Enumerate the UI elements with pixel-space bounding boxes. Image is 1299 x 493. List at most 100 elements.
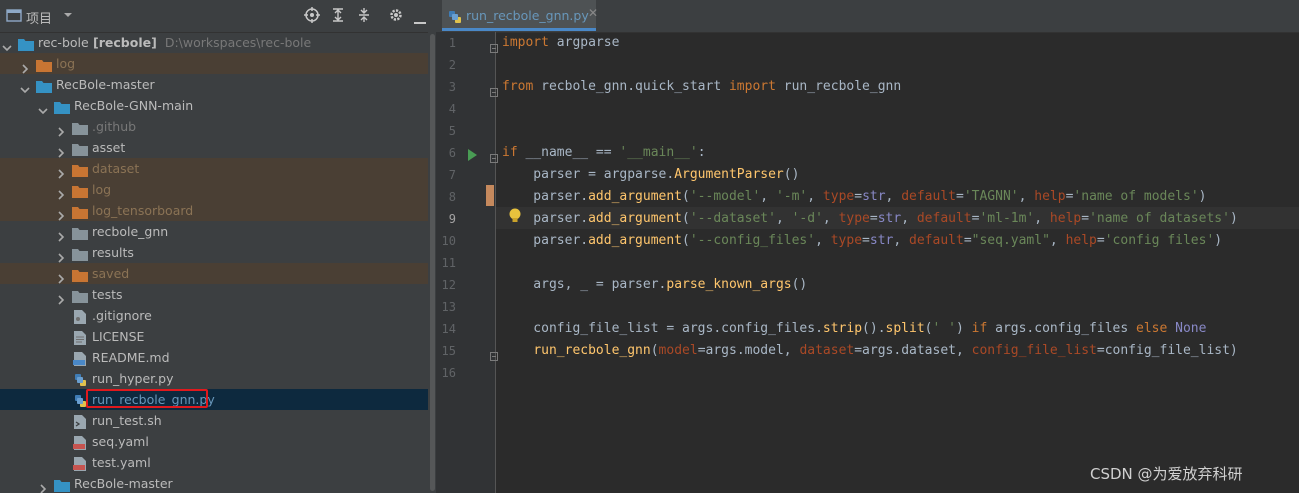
chevron-right-icon[interactable] bbox=[56, 185, 65, 200]
code-line: config_file_list = args.config_files.str… bbox=[502, 321, 1206, 336]
tree-item-text: log bbox=[56, 56, 76, 71]
code-token-kw: else bbox=[1136, 321, 1168, 336]
line-number: 10 bbox=[441, 234, 456, 248]
chevron-right-icon[interactable] bbox=[56, 143, 65, 158]
fold-marker-icon[interactable] bbox=[490, 148, 498, 163]
folder-icon bbox=[72, 162, 88, 177]
code-token-fn: parse_known_args bbox=[666, 277, 792, 292]
tree-item-github[interactable]: .github bbox=[0, 116, 436, 137]
expand-all-icon[interactable] bbox=[330, 7, 348, 25]
chevron-right-icon[interactable] bbox=[56, 122, 65, 137]
fold-marker-icon[interactable] bbox=[490, 82, 498, 97]
project-view-icon[interactable] bbox=[6, 7, 24, 25]
tree-item-tests[interactable]: tests bbox=[0, 284, 436, 305]
tree-item-seq-yaml[interactable]: seq.yaml bbox=[0, 431, 436, 452]
chevron-down-icon[interactable] bbox=[62, 9, 80, 27]
tree-item-run-test-sh[interactable]: run_test.sh bbox=[0, 410, 436, 431]
tree-item-asset[interactable]: asset bbox=[0, 137, 436, 158]
chevron-down-icon[interactable] bbox=[38, 101, 48, 115]
chevron-right-icon[interactable] bbox=[56, 290, 65, 305]
locate-file-icon[interactable] bbox=[304, 7, 322, 25]
tree-item-label: log_tensorboard bbox=[92, 200, 193, 221]
tree-item-log-tensorboard[interactable]: log_tensorboard bbox=[0, 200, 436, 221]
project-panel-title[interactable]: 项目 bbox=[26, 8, 52, 27]
chevron-right-icon[interactable] bbox=[56, 269, 65, 284]
tree-item-log[interactable]: log bbox=[0, 53, 436, 74]
tree-item-text: rec-bole bbox=[38, 35, 89, 50]
tree-item-recbole-master[interactable]: RecBole-master bbox=[0, 74, 436, 95]
tree-item-gitignore[interactable]: .gitignore bbox=[0, 305, 436, 326]
code-token-fn: add_argument bbox=[588, 211, 683, 226]
code-token-fn: ArgumentParser bbox=[674, 167, 784, 182]
chevron-right-icon[interactable] bbox=[56, 206, 65, 221]
code-token-str: 'TAGNN' bbox=[963, 189, 1019, 204]
code-token-plain: = bbox=[869, 211, 878, 226]
gear-icon[interactable] bbox=[388, 7, 406, 25]
chevron-down-icon[interactable] bbox=[2, 38, 12, 52]
scrollbar-thumb[interactable] bbox=[430, 34, 435, 491]
folder-icon bbox=[72, 204, 88, 219]
chevron-right-icon[interactable] bbox=[20, 59, 29, 74]
code-token-kwarg: config_file_list bbox=[971, 343, 1097, 358]
code-token-plain: run_recbole_gnn bbox=[775, 79, 902, 94]
tree-item-saved[interactable]: saved bbox=[0, 263, 436, 284]
code-line: if __name__ == '__main__': bbox=[502, 145, 706, 160]
chevron-down-icon[interactable] bbox=[20, 80, 30, 94]
tree-item-label: run_test.sh bbox=[92, 410, 162, 431]
code-token-kwarg: help bbox=[1049, 211, 1082, 226]
tree-item-label: README.md bbox=[92, 347, 170, 368]
project-path: D:\workspaces\rec-bole bbox=[164, 35, 312, 50]
watermark: CSDN @为爱放弃科研 bbox=[1090, 465, 1243, 483]
chevron-right-icon[interactable] bbox=[56, 164, 65, 179]
code-token-plain: = bbox=[1081, 211, 1090, 226]
close-icon[interactable]: ✕ bbox=[588, 6, 598, 20]
tree-item-label: recbole_gnn bbox=[92, 221, 168, 242]
tree-item-recbole-master[interactable]: RecBole-master bbox=[0, 473, 436, 493]
code-token-kw: import bbox=[728, 79, 776, 94]
code-token-plain: , bbox=[893, 233, 910, 248]
tree-item-run-recbole-gnn-py[interactable]: run_recbole_gnn.py bbox=[0, 389, 436, 410]
code-token-plain: , bbox=[1034, 211, 1050, 226]
yaml-file-icon bbox=[72, 456, 88, 471]
tree-item-rec-bole[interactable]: rec-bole [recbole] D:\workspaces\rec-bole bbox=[0, 32, 436, 53]
code-token-plain: = bbox=[854, 189, 863, 204]
code-token-plain: , bbox=[815, 233, 831, 248]
tree-item-recbole-gnn-main[interactable]: RecBole-GNN-main bbox=[0, 95, 436, 116]
tree-item-text: run_hyper.py bbox=[92, 371, 174, 386]
line-number: 15 bbox=[441, 344, 456, 358]
tree-item-text: dataset bbox=[92, 161, 140, 176]
tree-item-label: test.yaml bbox=[92, 452, 151, 473]
minimize-icon[interactable] bbox=[414, 13, 432, 31]
py-file-icon bbox=[72, 372, 88, 386]
tree-item-results[interactable]: results bbox=[0, 242, 436, 263]
chevron-right-icon[interactable] bbox=[56, 248, 65, 263]
code-token-plain: , bbox=[775, 211, 792, 226]
tree-item-log[interactable]: log bbox=[0, 179, 436, 200]
code-token-plain: , bbox=[885, 189, 902, 204]
project-panel-header: 项目 bbox=[0, 0, 436, 33]
code-token-plain: =config_file_list) bbox=[1096, 343, 1238, 358]
tree-item-text: test.yaml bbox=[92, 455, 151, 470]
code-token-plain: parser. bbox=[502, 189, 589, 204]
tab-run-recbole-gnn[interactable]: run_recbole_gnn.py ✕ bbox=[442, 0, 598, 31]
code-token-plain: ( bbox=[682, 189, 690, 204]
chevron-right-icon[interactable] bbox=[38, 479, 47, 493]
tree-item-test-yaml[interactable]: test.yaml bbox=[0, 452, 436, 473]
tree-item-run-hyper-py[interactable]: run_hyper.py bbox=[0, 368, 436, 389]
fold-marker-icon[interactable] bbox=[490, 38, 498, 53]
tree-item-license[interactable]: LICENSE bbox=[0, 326, 436, 347]
chevron-right-icon[interactable] bbox=[56, 227, 65, 242]
code-line: run_recbole_gnn(model=args.model, datase… bbox=[502, 343, 1238, 358]
modified-line-marker[interactable] bbox=[486, 185, 494, 206]
tree-item-text: results bbox=[92, 245, 134, 260]
tree-item-text: RecBole-master bbox=[74, 476, 173, 491]
tree-item-recbole-gnn[interactable]: recbole_gnn bbox=[0, 221, 436, 242]
line-number: 12 bbox=[441, 278, 456, 292]
code-token-kwarg: type bbox=[822, 189, 855, 204]
code-line: parser.add_argument('--config_files', ty… bbox=[502, 233, 1222, 248]
collapse-all-icon[interactable] bbox=[356, 7, 374, 25]
tree-item-dataset[interactable]: dataset bbox=[0, 158, 436, 179]
fold-marker-icon[interactable] bbox=[490, 346, 498, 361]
run-icon[interactable] bbox=[467, 146, 477, 161]
tree-item-readme-md[interactable]: README.md bbox=[0, 347, 436, 368]
